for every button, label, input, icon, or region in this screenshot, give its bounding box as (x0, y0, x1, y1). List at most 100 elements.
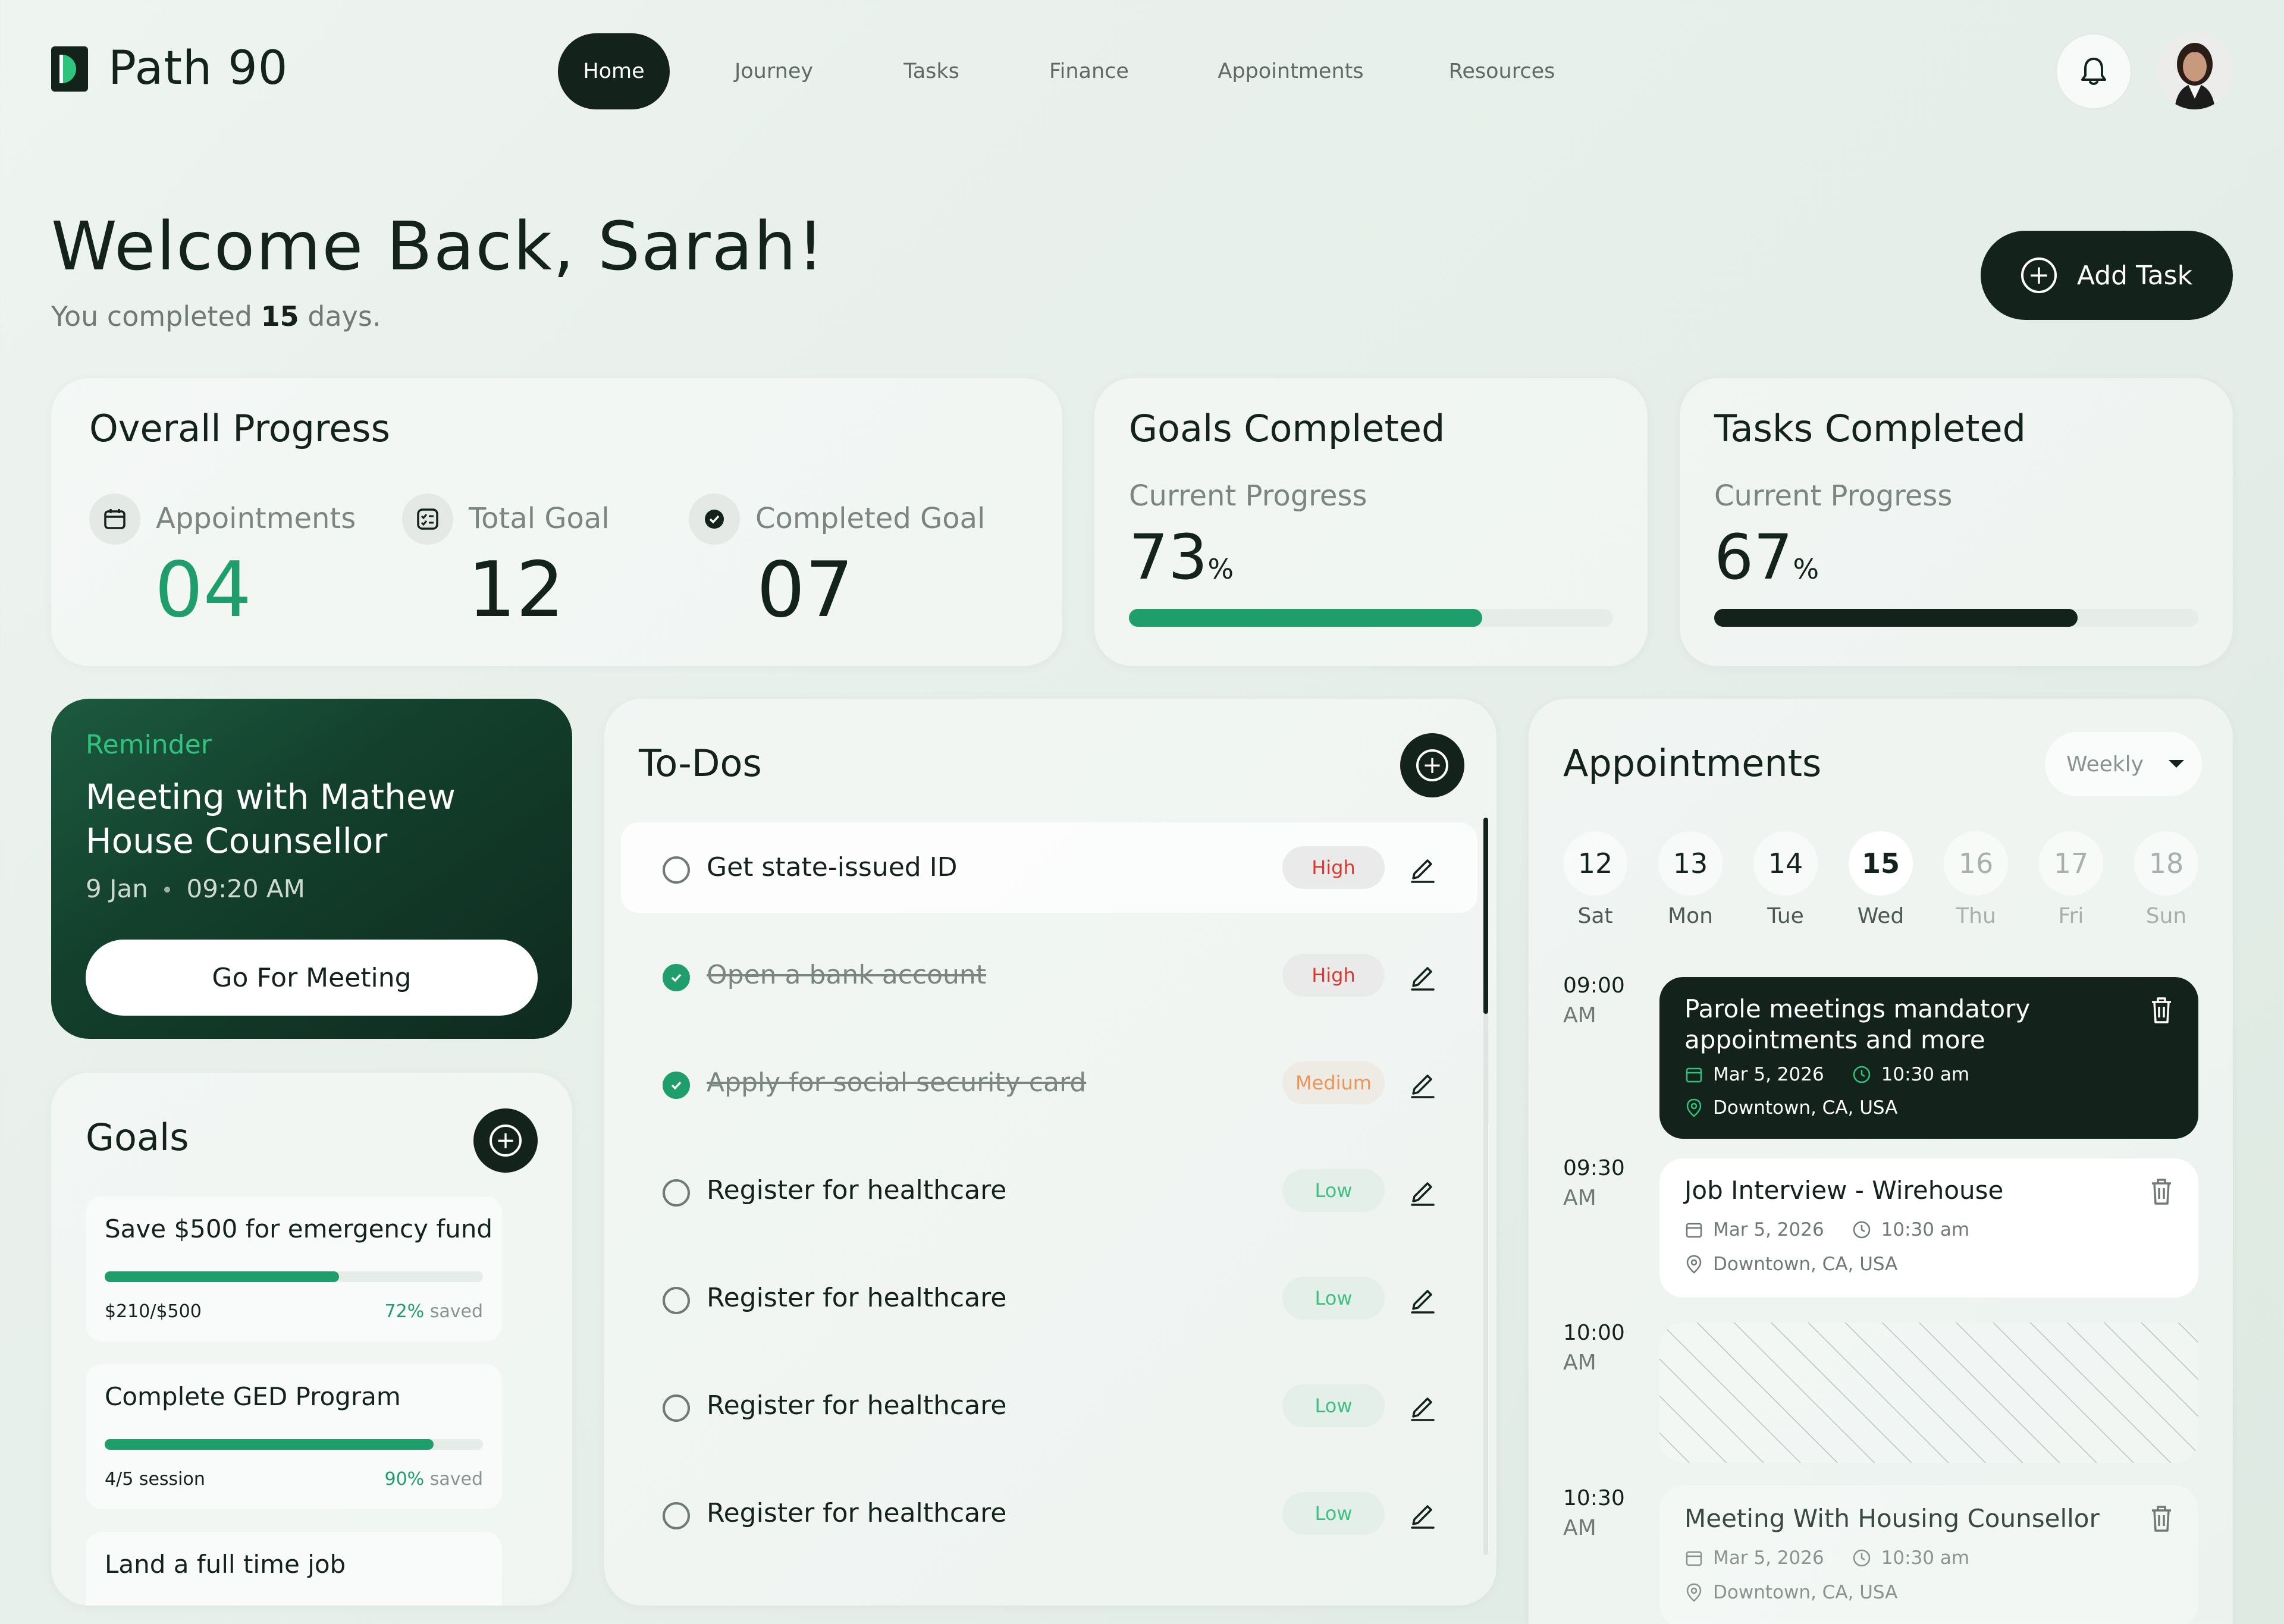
nav-resources[interactable]: Resources (1428, 33, 1576, 109)
appointment-event[interactable]: Parole meetings mandatory appointments a… (1659, 977, 2198, 1139)
caret-down-icon (2168, 760, 2184, 768)
trash-icon[interactable] (2147, 1503, 2176, 1534)
edit-pencil-icon[interactable] (1406, 1066, 1439, 1100)
trash-icon[interactable] (2147, 1176, 2176, 1207)
user-avatar[interactable] (2157, 33, 2233, 109)
nav-appointments[interactable]: Appointments (1201, 33, 1380, 109)
todo-checkbox[interactable] (663, 1179, 690, 1207)
appointment-event[interactable]: Job Interview - Wirehouse Mar 5, 2026 10… (1659, 1158, 2198, 1298)
day-18[interactable]: 18 (2134, 831, 2198, 896)
todo-item[interactable]: Open a bank account High (621, 930, 1477, 1020)
priority-badge: High (1282, 954, 1385, 997)
todo-checkbox[interactable] (663, 1502, 690, 1529)
calendar-icon (1686, 1067, 1702, 1083)
edit-pencil-icon[interactable] (1406, 1389, 1439, 1422)
todo-checkbox[interactable] (663, 1394, 690, 1422)
todo-checkbox[interactable] (663, 1287, 690, 1314)
add-task-button[interactable]: + Add Task (1981, 231, 2233, 320)
todo-text: Get state-issued ID (707, 852, 958, 882)
day-13[interactable]: 13 (1658, 831, 1723, 896)
todo-item[interactable]: Register for healthcare Low (621, 1361, 1477, 1451)
event-location: Downtown, CA, USA (1684, 1254, 1897, 1275)
nav-journey[interactable]: Journey (711, 33, 836, 109)
nav-home[interactable]: Home (558, 33, 670, 109)
todo-item[interactable]: Get state-issued ID High (621, 822, 1477, 913)
goals-completed-value: 73 (1129, 521, 1208, 593)
priority-badge: Medium (1282, 1061, 1385, 1104)
add-goal-button[interactable]: + (473, 1108, 538, 1173)
event-location: Downtown, CA, USA (1684, 1097, 1897, 1119)
view-select[interactable]: Weekly (2045, 732, 2202, 796)
empty-time-slot[interactable] (1659, 1323, 2198, 1463)
edit-pencil-icon[interactable] (1406, 1281, 1439, 1315)
day-name: Tue (1767, 904, 1804, 928)
day-17[interactable]: 17 (2039, 831, 2103, 896)
todo-checkbox[interactable] (663, 964, 690, 991)
day-14[interactable]: 14 (1753, 831, 1818, 896)
day-15[interactable]: 15 (1849, 831, 1913, 896)
add-todo-button[interactable]: + (1400, 733, 1464, 797)
goal-title: Save $500 for emergency fund (105, 1214, 493, 1243)
checklist-icon (402, 494, 453, 545)
welcome-title: Welcome Back, Sarah! (51, 208, 826, 285)
stat-label-appointments: Appointments (156, 502, 356, 535)
edit-pencil-icon[interactable] (1406, 1497, 1439, 1530)
todo-item[interactable]: Register for healthcare Low (621, 1468, 1477, 1559)
trash-icon[interactable] (2147, 995, 2176, 1026)
edit-pencil-icon[interactable] (1406, 959, 1439, 992)
reminder-datetime: 9 Jan 09:20 AM (86, 874, 305, 903)
welcome-subtitle: You completed 15 days. (51, 300, 381, 332)
todo-item[interactable]: Register for healthcare Low (621, 1253, 1477, 1343)
time-label: 09:00 AM (1563, 971, 1625, 1031)
time-value: 09:30 (1563, 1156, 1625, 1180)
clock-icon (1853, 1066, 1870, 1083)
goal-title: Complete GED Program (105, 1382, 401, 1411)
goals-completed-label: Current Progress (1129, 479, 1367, 513)
priority-badge: Low (1282, 1384, 1385, 1427)
check-icon (671, 973, 682, 982)
brand-name[interactable]: Path 90 (108, 42, 288, 95)
todo-checkbox[interactable] (663, 1072, 690, 1099)
event-place: Downtown, CA, USA (1713, 1254, 1898, 1275)
goal-item[interactable]: Save $500 for emergency fund $210/$500 7… (86, 1196, 502, 1342)
edit-pencil-icon[interactable] (1406, 851, 1439, 884)
todo-checkbox[interactable] (663, 856, 690, 884)
nav-tasks[interactable]: Tasks (884, 33, 979, 109)
day-name: Wed (1857, 904, 1905, 928)
event-time: 10:30 am (1881, 1219, 1970, 1240)
day-name: Sun (2145, 904, 2187, 928)
todos-scrollbar-track[interactable] (1483, 818, 1488, 1555)
clock-icon (1853, 1549, 1870, 1567)
tasks-completed-progress-bar (1714, 609, 2198, 627)
day-12[interactable]: 12 (1563, 831, 1627, 896)
event-datetime: Mar 5, 2026 10:30 am (1684, 1219, 1969, 1240)
event-date: Mar 5, 2026 (1713, 1064, 1824, 1085)
time-value: 10:00 (1563, 1321, 1625, 1345)
edit-pencil-icon[interactable] (1406, 1174, 1439, 1207)
goal-amount: $210/$500 (105, 1301, 202, 1322)
time-period: AM (1563, 1003, 1596, 1028)
appointments-title: Appointments (1563, 742, 1822, 785)
tasks-completed-card: Tasks Completed Current Progress 67% (1680, 378, 2233, 666)
notification-bell-button[interactable] (2056, 33, 2132, 109)
todos-scrollbar-thumb[interactable] (1483, 818, 1488, 1014)
event-time: 10:30 am (1881, 1064, 1970, 1085)
goal-percent-suffix: saved (429, 1301, 483, 1322)
goals-completed-progress-bar (1129, 609, 1613, 627)
priority-badge: High (1282, 846, 1385, 889)
go-for-meeting-button[interactable]: Go For Meeting (86, 940, 538, 1016)
priority-badge: Low (1282, 1169, 1385, 1212)
day-16[interactable]: 16 (1944, 831, 2008, 896)
goal-item[interactable]: Land a full time job (86, 1532, 502, 1606)
path90-logo-icon (51, 46, 88, 92)
goal-item[interactable]: Complete GED Program 4/5 session 90% sav… (86, 1364, 502, 1509)
todo-text: Register for healthcare (707, 1175, 1007, 1205)
todo-item[interactable]: Register for healthcare Low (621, 1145, 1477, 1236)
goals-completed-card: Goals Completed Current Progress 73% (1094, 378, 1648, 666)
priority-badge: Low (1282, 1492, 1385, 1535)
nav-finance[interactable]: Finance (1027, 33, 1152, 109)
todo-item[interactable]: Apply for social security card Medium (621, 1038, 1477, 1128)
time-period: AM (1563, 1186, 1596, 1210)
event-place: Downtown, CA, USA (1713, 1582, 1898, 1603)
appointment-event[interactable]: Meeting With Housing Counsellor Mar 5, 2… (1659, 1485, 2198, 1624)
